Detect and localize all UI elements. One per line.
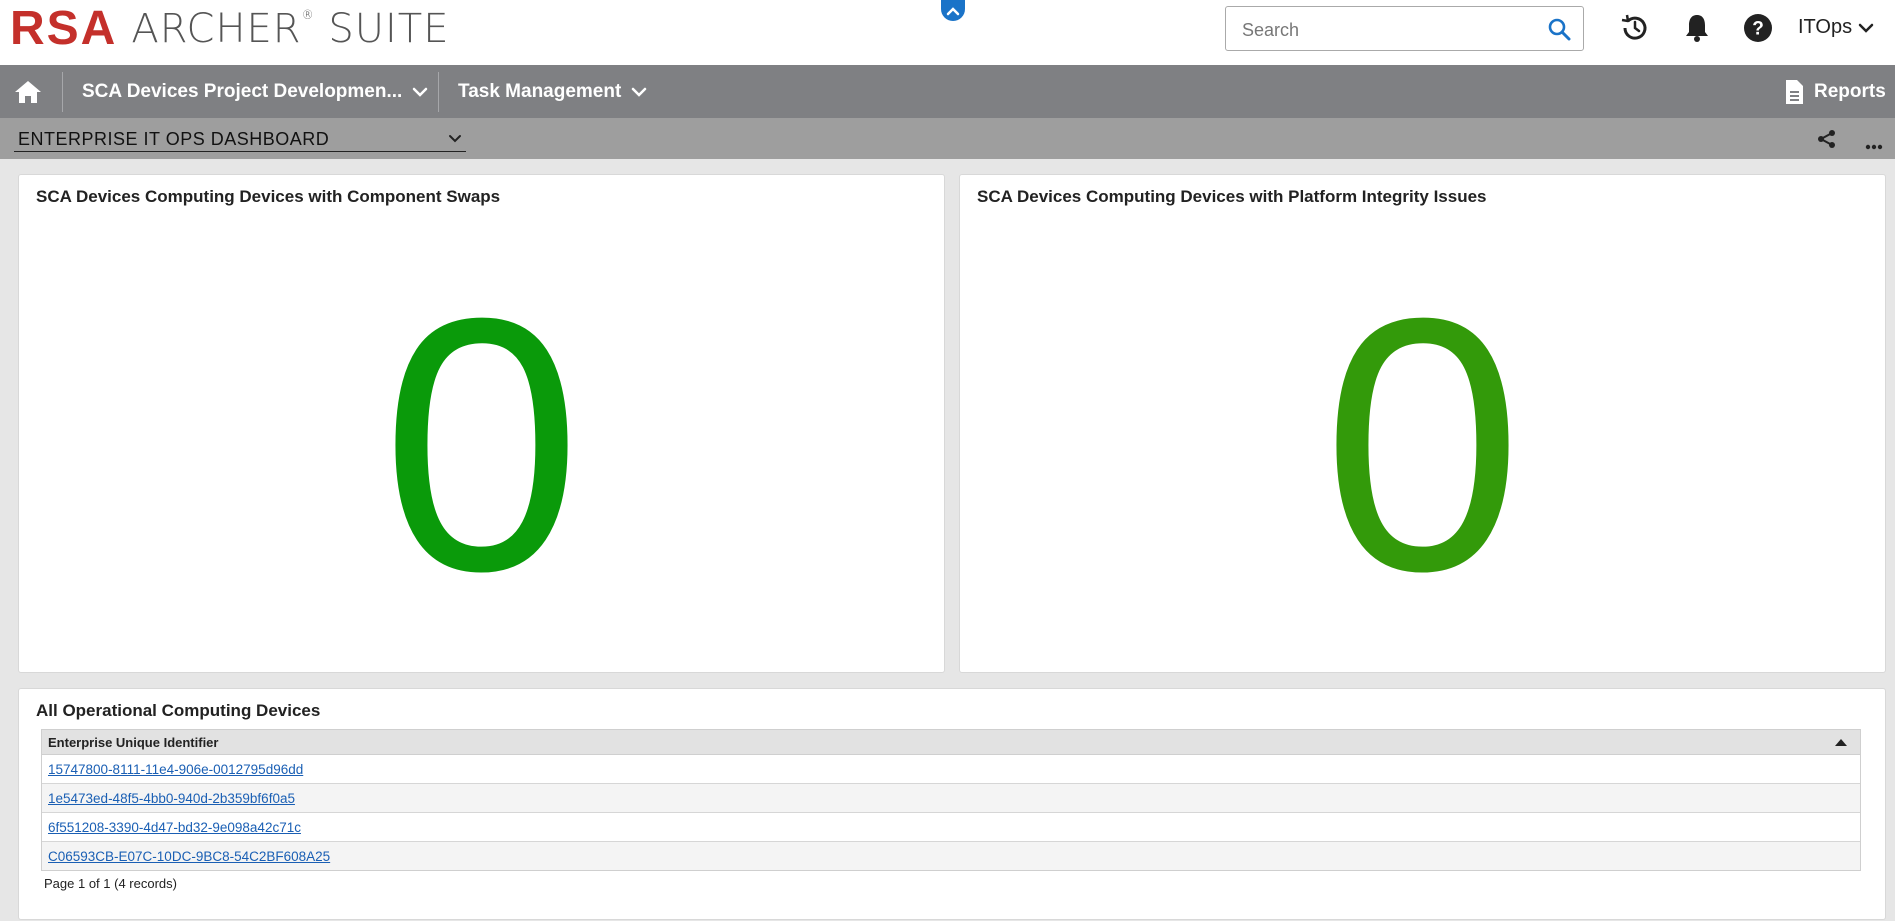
metric-value[interactable]: 0 (19, 265, 944, 625)
devices-table: Enterprise Unique Identifier 15747800-81… (41, 729, 1861, 871)
user-menu[interactable]: ITOps (1798, 16, 1874, 39)
panel-title: SCA Devices Computing Devices with Compo… (36, 187, 501, 206)
archer-logo[interactable]: RSA ARCHER® SUITE (10, 4, 449, 54)
table-row: C06593CB-E07C-10DC-9BC8-54C2BF608A25 (42, 842, 1860, 870)
collapse-header-button[interactable] (941, 0, 965, 21)
top-header: RSA ARCHER® SUITE ? ITOps (0, 0, 1895, 65)
logo-brand: RSA (10, 2, 118, 55)
help-icon[interactable]: ? (1742, 12, 1774, 49)
device-id-link[interactable]: 1e5473ed-48f5-4bb0-940d-2b359bf6f0a5 (48, 791, 295, 806)
user-name: ITOps (1798, 16, 1853, 38)
nav-item-label: Task Management (458, 80, 622, 102)
history-icon[interactable] (1619, 12, 1651, 49)
share-icon[interactable] (1817, 129, 1837, 154)
table-row: 6f551208-3390-4d47-bd32-9e098a42c71c (42, 813, 1860, 842)
metric-value[interactable]: 0 (960, 265, 1885, 625)
nav-item-sca-devices[interactable]: SCA Devices Project Developmen... (82, 65, 428, 118)
nav-item-task-management[interactable]: Task Management (458, 65, 647, 118)
reports-button[interactable]: Reports (1784, 65, 1886, 118)
panel-title: All Operational Computing Devices (36, 701, 321, 720)
nav-divider (438, 72, 439, 112)
home-icon (15, 80, 41, 103)
reports-label: Reports (1814, 80, 1886, 102)
bell-icon[interactable] (1682, 12, 1712, 49)
panel-title: SCA Devices Computing Devices with Platf… (977, 187, 1487, 206)
dashboard-bar: ENTERPRISE IT OPS DASHBOARD (0, 118, 1895, 159)
device-id-link[interactable]: 15747800-8111-11e4-906e-0012795d96dd (48, 762, 303, 777)
device-id-link[interactable]: 6f551208-3390-4d47-bd32-9e098a42c71c (48, 820, 301, 835)
svg-text:?: ? (1752, 19, 1764, 40)
more-icon[interactable] (1865, 137, 1883, 155)
document-icon (1786, 79, 1803, 104)
table-row: 15747800-8111-11e4-906e-0012795d96dd (42, 755, 1860, 784)
devices-panel: All Operational Computing Devices Enterp… (18, 688, 1886, 920)
chevron-down-icon (632, 87, 647, 97)
metric-panel-component-swaps: SCA Devices Computing Devices with Compo… (18, 174, 945, 673)
logo-product: ARCHER® SUITE (131, 6, 450, 52)
sort-ascending-icon (1835, 738, 1847, 746)
device-id-link[interactable]: C06593CB-E07C-10DC-9BC8-54C2BF608A25 (48, 849, 330, 864)
nav-divider (62, 72, 63, 112)
chevron-down-icon (1858, 23, 1874, 33)
search-box (1225, 6, 1584, 51)
main-nav: SCA Devices Project Developmen... Task M… (0, 65, 1895, 118)
dashboard-select-value: ENTERPRISE IT OPS DASHBOARD (18, 128, 330, 149)
metric-panel-platform-integrity: SCA Devices Computing Devices with Platf… (959, 174, 1886, 673)
home-button[interactable] (14, 65, 42, 118)
dashboard-select[interactable]: ENTERPRISE IT OPS DASHBOARD (14, 127, 466, 152)
column-header-label: Enterprise Unique Identifier (48, 734, 219, 750)
chevron-down-icon (413, 87, 428, 97)
search-icon[interactable] (1547, 17, 1571, 46)
table-row: 1e5473ed-48f5-4bb0-940d-2b359bf6f0a5 (42, 784, 1860, 813)
chevron-up-icon (946, 6, 960, 15)
search-input[interactable] (1240, 17, 1544, 43)
pagination-status: Page 1 of 1 (4 records) (44, 876, 177, 891)
chevron-down-icon (449, 135, 461, 143)
column-header[interactable]: Enterprise Unique Identifier (42, 730, 1860, 755)
nav-item-label: SCA Devices Project Developmen... (82, 80, 403, 102)
